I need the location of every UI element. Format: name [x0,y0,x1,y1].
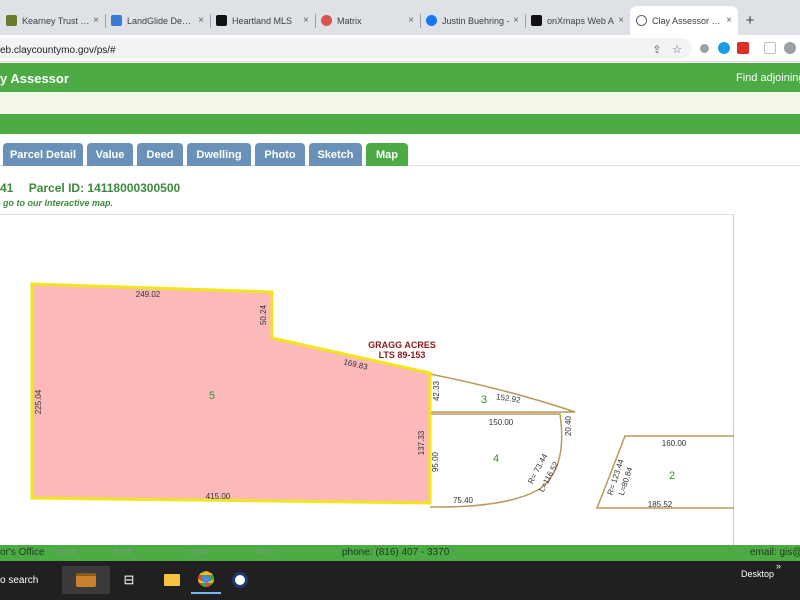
lot-5-label: 5 [209,390,215,402]
tab-title: Justin Buehring - [442,15,510,26]
tab-close-icon[interactable]: × [303,15,309,26]
address-bar[interactable]: eb.claycountymo.gov/ps/# ⇪ ☆ [0,38,692,59]
dim-lot3-right: 20.40 [564,415,573,436]
browser-tab-kearney[interactable]: Kearney Trust Co × [0,6,105,35]
browser-toolbar: eb.claycountymo.gov/ps/# ⇪ ☆ [0,35,800,62]
scale-tick: 80.00 [256,549,274,556]
parcel-map[interactable]: GRAGG ACRES LTS 89-153 5 3 4 2 249.02 50… [0,214,734,546]
parcel-heading: 41 Parcel ID: 14118000300500 [0,181,180,195]
acrobat-icon[interactable] [737,42,749,54]
footer-email[interactable]: email: gis@ [750,547,800,558]
browser-tab-strip: Kearney Trust Co × LandGlide Deskto × He… [0,0,800,35]
tab-title: Clay Assessor Par [652,15,724,26]
browser-tab-landglide[interactable]: LandGlide Deskto × [105,6,210,35]
dim-lot4-top: 150.00 [489,418,514,427]
selected-parcel-lot-5[interactable] [30,282,432,505]
new-tab-button[interactable]: + [738,6,762,35]
tab-parcel-detail[interactable]: Parcel Detail [3,143,83,166]
chrome-icon[interactable] [191,566,221,594]
tab-value[interactable]: Value [87,143,133,166]
taskbar-chevron-icon[interactable]: » [776,561,781,571]
profile-icon[interactable] [784,42,796,54]
dim-lot4-left: 95.00 [431,451,440,472]
star-icon[interactable]: ☆ [670,43,684,57]
matrix-favicon-icon [321,15,332,26]
scale-tick: 80.00 [114,549,132,556]
file-explorer-icon[interactable] [157,566,187,594]
tab-title: LandGlide Deskto [127,15,196,26]
dim-bottom: 415.00 [206,492,231,501]
scale-tick: 60.00 [190,549,208,556]
dim-top: 249.02 [136,290,161,299]
tab-close-icon[interactable]: × [618,15,624,26]
interactive-map-link[interactable]: go to our Interactive map. [3,198,113,208]
taskbar-search[interactable]: o search [0,561,60,600]
tab-title: onXmaps Web A [547,15,614,26]
tab-title: Matrix [337,15,362,26]
share-icon[interactable]: ⇪ [650,43,664,57]
browser-tab-heartland-mls[interactable]: Heartland MLS × [210,6,315,35]
kearney-favicon-icon [6,15,17,26]
globe-icon [636,15,647,26]
subdivision-name: GRAGG ACRES [368,340,436,350]
tab-close-icon[interactable]: × [408,15,414,26]
extension-square-icon[interactable] [764,42,776,54]
dim-lot4-bottom: 75.40 [453,496,474,505]
green-divider-bar [0,114,800,134]
browser-tab-matrix[interactable]: Matrix × [315,6,420,35]
tab-dwelling[interactable]: Dwelling [187,143,251,166]
facebook-favicon-icon [426,15,437,26]
tab-title: Heartland MLS [232,15,293,26]
dim-left: 225.04 [34,389,43,414]
landglide-favicon-icon [111,15,122,26]
lot-4-label: 4 [493,453,499,465]
dim-lot3-left: 42.33 [432,380,441,401]
find-adjoining-link[interactable]: Find adjoining [736,72,800,84]
tab-close-icon[interactable]: × [93,15,99,26]
tab-photo[interactable]: Photo [255,143,305,166]
dim-right: 137.33 [417,430,426,455]
task-view-icon[interactable]: ⊟ [114,566,144,594]
extension-arrow-icon[interactable] [700,44,709,53]
subdivision-lots: LTS 89-153 [379,350,426,360]
footer-phone: phone: (816) 407 - 3370 [342,547,450,558]
lot-3-label: 3 [481,394,487,406]
dim-notch: 50.24 [259,304,268,325]
heartland-favicon-icon [216,15,227,26]
tab-close-icon[interactable]: × [513,15,519,26]
tab-close-icon[interactable]: × [726,15,732,26]
address-url: eb.claycountymo.gov/ps/# [0,45,116,56]
parcel-id: Parcel ID: 14118000300500 [28,181,181,195]
tab-sketch[interactable]: Sketch [309,143,362,166]
taskbar-desktop-label[interactable]: Desktop [741,569,774,579]
footer-office: or's Office [0,547,45,558]
app-circle-icon[interactable] [225,566,255,594]
onxmaps-favicon-icon [531,15,542,26]
site-title: y Assessor [0,71,69,86]
tab-map[interactable]: Map [366,143,408,166]
lot-2-label: 2 [669,470,675,482]
header-band [0,92,800,114]
windows-taskbar: o search ⊟ Desktop » [0,561,800,600]
parcel-tabs: Parcel Detail Value Deed Dwelling Photo … [0,134,800,166]
dim-lot2-top: 160.00 [662,439,687,448]
site-header: y Assessor Find adjoining [0,63,800,92]
scale-tick: 40.00 [58,549,76,556]
parcel-id-prefix: 41 [0,181,14,195]
tab-title: Kearney Trust Co [22,15,91,26]
site-footer: or's Office 40.00 80.00 60.00 80.00 phon… [0,545,800,561]
skype-icon[interactable] [718,42,730,54]
browser-tab-facebook[interactable]: Justin Buehring - × [420,6,525,35]
briefcase-icon[interactable] [62,566,110,594]
tab-deed[interactable]: Deed [137,143,183,166]
dim-lot2-bottom: 185.52 [648,500,673,509]
browser-tab-clay-assessor[interactable]: Clay Assessor Par × [630,6,738,35]
tab-close-icon[interactable]: × [198,15,204,26]
browser-tab-onxmaps[interactable]: onXmaps Web A × [525,6,630,35]
